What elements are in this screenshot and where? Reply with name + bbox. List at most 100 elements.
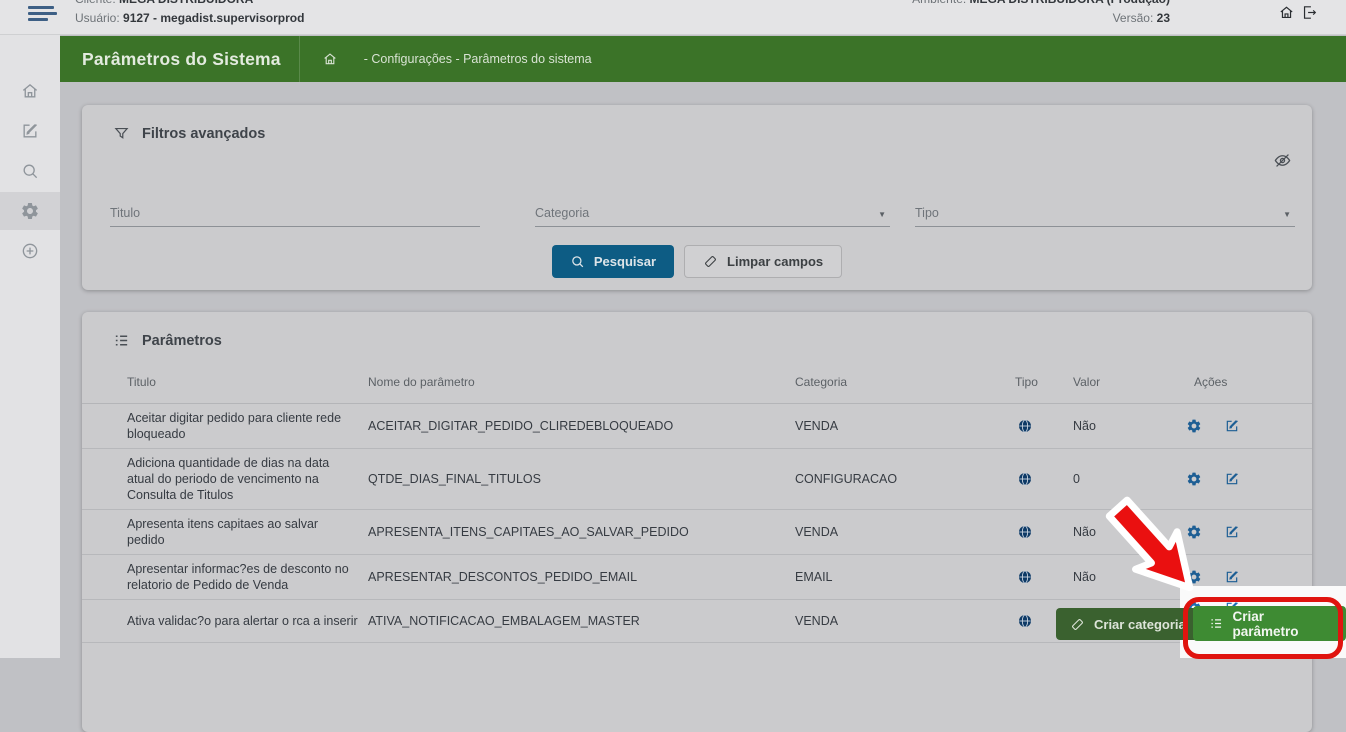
plus-circle-icon [20,241,40,261]
row-settings-icon[interactable] [1186,569,1202,585]
sidebar-item-add[interactable] [0,232,60,270]
row-settings-icon[interactable] [1186,418,1202,434]
create-category-button[interactable]: Criar categoria [1056,608,1200,640]
globe-icon [1017,418,1033,434]
cell-valor: 0 [1073,471,1186,487]
row-settings-icon[interactable] [1186,524,1202,540]
col-titulo: Titulo [127,375,368,389]
hide-filters-icon[interactable] [1273,151,1292,170]
home-icon [20,81,40,101]
cell-nome: ACEITAR_DIGITAR_PEDIDO_CLIREDEBLOQUEADO [368,418,795,434]
cell-categoria: VENDA [795,418,1015,434]
cell-titulo: Apresenta itens capitaes ao salvar pedid… [127,516,368,548]
page-header: Parâmetros do Sistema - Configurações - … [60,36,1346,82]
sidebar [0,34,60,658]
globe-icon [1017,613,1033,629]
cell-acoes [1186,524,1312,540]
table-row: Apresenta itens capitaes ao salvar pedid… [82,510,1312,555]
globe-icon [1017,471,1033,487]
table-row: Apresentar informac?es de desconto no re… [82,555,1312,600]
edit-icon [20,121,40,141]
search-icon [20,161,40,181]
sidebar-item-edit[interactable] [0,112,60,150]
row-edit-icon[interactable] [1224,471,1240,487]
cell-valor: Não [1073,418,1186,434]
row-edit-icon[interactable] [1224,569,1240,585]
version-info: Versão: 23 [1113,11,1170,25]
cell-tipo [1015,418,1073,434]
cell-categoria: CONFIGURACAO [795,471,1015,487]
table-row: Adiciona quantidade de dias na data atua… [82,449,1312,510]
row-settings-icon[interactable] [1186,471,1202,487]
hamburger-menu-icon[interactable] [28,3,58,23]
cell-nome: QTDE_DIAS_FINAL_TITULOS [368,471,795,487]
cell-titulo: Adiciona quantidade de dias na data atua… [127,455,368,503]
eraser-icon [1070,617,1085,632]
cell-tipo [1015,569,1073,585]
chevron-down-icon[interactable]: ▼ [1283,210,1291,219]
cell-tipo [1015,471,1073,487]
home-icon[interactable] [1278,4,1295,21]
categoria-select[interactable]: Categoria ▼ [535,200,890,227]
categoria-select-label: Categoria [535,206,589,220]
table-header-row: Titulo Nome do parâmetro Categoria Tipo … [82,375,1312,404]
sidebar-item-settings[interactable] [0,192,60,230]
col-nome: Nome do parâmetro [368,375,795,389]
client-info: Cliente: MEGA DISTRIBUIDORA [75,0,253,6]
cell-acoes [1186,569,1312,585]
parameters-card: Parâmetros Titulo Nome do parâmetro Cate… [82,312,1312,732]
parameters-table: Titulo Nome do parâmetro Categoria Tipo … [82,375,1312,643]
user-info: Usuário: 9127 - megadist.supervisorprod [75,11,304,25]
breadcrumb: - Configurações - Parâmetros do sistema [322,51,592,67]
globe-icon [1017,569,1033,585]
search-icon [570,254,585,269]
cell-tipo [1015,524,1073,540]
tipo-select[interactable]: Tipo ▼ [915,200,1295,227]
list-icon [1209,616,1223,631]
environment-info: Ambiente: MEGA DISTRIBUIDORA (Produção) [912,0,1170,6]
parameters-card-title: Parâmetros [82,312,1312,349]
eraser-icon [703,254,718,269]
cell-valor: Não [1073,524,1186,540]
tipo-select-label: Tipo [915,206,939,220]
cell-titulo: Ativa validac?o para alertar o rca a ins… [127,613,368,629]
cell-acoes [1186,471,1312,487]
col-acoes: Ações [1186,375,1312,389]
filters-card: Filtros avançados Titulo Categoria ▼ Tip… [82,105,1312,290]
table-row: Aceitar digitar pedido para cliente rede… [82,404,1312,449]
cell-categoria: VENDA [795,613,1015,629]
cell-nome: ATIVA_NOTIFICACAO_EMBALAGEM_MASTER [368,613,795,629]
cell-nome: APRESENTA_ITENS_CAPITAES_AO_SALVAR_PEDID… [368,524,795,540]
cell-nome: APRESENTAR_DESCONTOS_PEDIDO_EMAIL [368,569,795,585]
page-title: Parâmetros do Sistema [82,49,281,70]
titulo-input[interactable]: Titulo [110,200,480,227]
cell-titulo: Apresentar informac?es de desconto no re… [127,561,368,593]
chevron-down-icon[interactable]: ▼ [878,210,886,219]
cell-acoes [1186,418,1312,434]
row-edit-icon[interactable] [1224,524,1240,540]
search-button[interactable]: Pesquisar [552,245,674,278]
breadcrumb-home-icon[interactable] [322,51,338,67]
breadcrumb-text: - Configurações - Parâmetros do sistema [364,52,592,66]
sidebar-item-home[interactable] [0,72,60,110]
titulo-input-label: Titulo [110,206,140,220]
sidebar-item-search[interactable] [0,152,60,190]
content-area: Filtros avançados Titulo Categoria ▼ Tip… [60,82,1346,658]
col-categoria: Categoria [795,375,1015,389]
col-tipo: Tipo [1015,375,1073,389]
create-parameter-button[interactable]: Criar parâmetro [1193,606,1346,641]
logout-icon[interactable] [1301,4,1318,21]
globe-icon [1017,524,1033,540]
col-valor: Valor [1073,375,1186,389]
clear-fields-button[interactable]: Limpar campos [684,245,842,278]
list-icon [113,332,130,349]
cell-categoria: VENDA [795,524,1015,540]
filters-card-title: Filtros avançados [82,105,1312,142]
gear-icon [20,201,40,221]
cell-valor: Não [1073,569,1186,585]
topbar: Cliente: MEGA DISTRIBUIDORA Usuário: 912… [0,0,1346,35]
cell-categoria: EMAIL [795,569,1015,585]
row-edit-icon[interactable] [1224,418,1240,434]
filter-icon [113,125,130,142]
cell-titulo: Aceitar digitar pedido para cliente rede… [127,410,368,442]
